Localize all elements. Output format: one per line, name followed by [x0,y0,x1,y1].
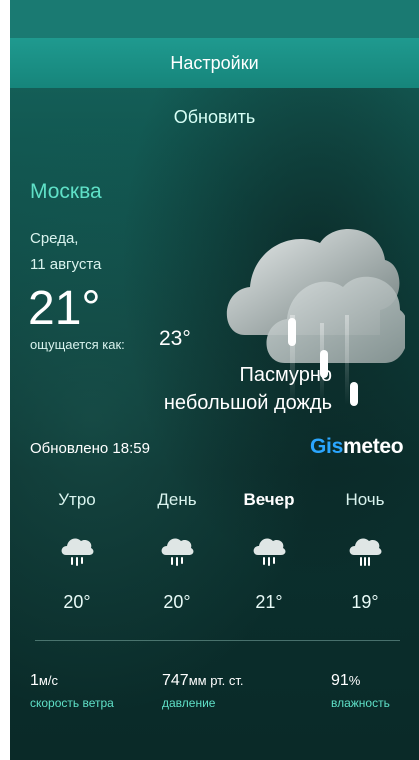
forecast-row: Утро 20° День 20° Вечер 21° Ночь 19° [10,485,419,625]
date: 11 августа [30,256,102,273]
pressure-caption: давление [162,696,216,710]
raindrop [350,382,358,406]
top-strip [10,0,419,38]
rain-cloud-icon [253,538,286,566]
day-of-week: Среда, [30,230,79,247]
humidity-value: 91% [331,672,390,690]
humidity-caption: влажность [331,696,390,710]
gismeteo-logo[interactable]: Gismeteo [310,435,404,459]
forecast-temp: 20° [63,592,91,612]
pressure-value: 747мм рт. ст. [162,672,244,690]
forecast-label: Ночь [345,490,385,509]
humidity-number: 91 [331,672,349,689]
pressure-unit: мм рт. ст. [188,673,244,688]
forecast-label: Вечер [243,490,295,509]
feels-like-label: ощущается как: [30,337,125,352]
forecast-label: Утро [58,490,96,509]
pressure-stat: 747мм рт. ст. давление [162,672,244,710]
forecast-temp: 21° [255,592,283,612]
wind-caption: скорость ветра [30,696,114,710]
condition-line-1: Пасмурно [239,364,332,386]
forecast-label: День [157,490,197,509]
wind-stat: 1м/с скорость ветра [30,672,114,710]
rain-cloud-icon [349,538,382,566]
forecast-temp: 20° [163,592,191,612]
city-name: Москва [30,180,102,203]
wind-number: 1 [30,672,39,689]
rain-cloud-icon [161,538,194,566]
current-temperature: 21° [28,282,101,335]
raindrop [288,318,296,346]
rain-cloud-icon [61,538,94,566]
weather-widget: Настройки Обновить Москва Среда, 11 авгу… [10,0,419,760]
settings-button[interactable]: Настройки [10,38,419,88]
pressure-number: 747 [162,672,189,689]
forecast-temp: 19° [351,592,379,612]
logo-meteo: meteo [342,435,404,458]
wind-value: 1м/с [30,672,114,690]
feels-like-value: 23° [159,327,191,350]
weather-condition: Пасмурно небольшой дождь [120,361,332,417]
divider [35,640,400,641]
refresh-button[interactable]: Обновить [10,100,419,134]
updated-time: Обновлено 18:59 [30,440,150,457]
wind-unit: м/с [38,673,58,688]
humidity-stat: 91% влажность [331,672,390,710]
humidity-unit: % [348,673,361,688]
condition-line-2: небольшой дождь [163,392,332,414]
logo-gis: Gis [310,435,343,458]
